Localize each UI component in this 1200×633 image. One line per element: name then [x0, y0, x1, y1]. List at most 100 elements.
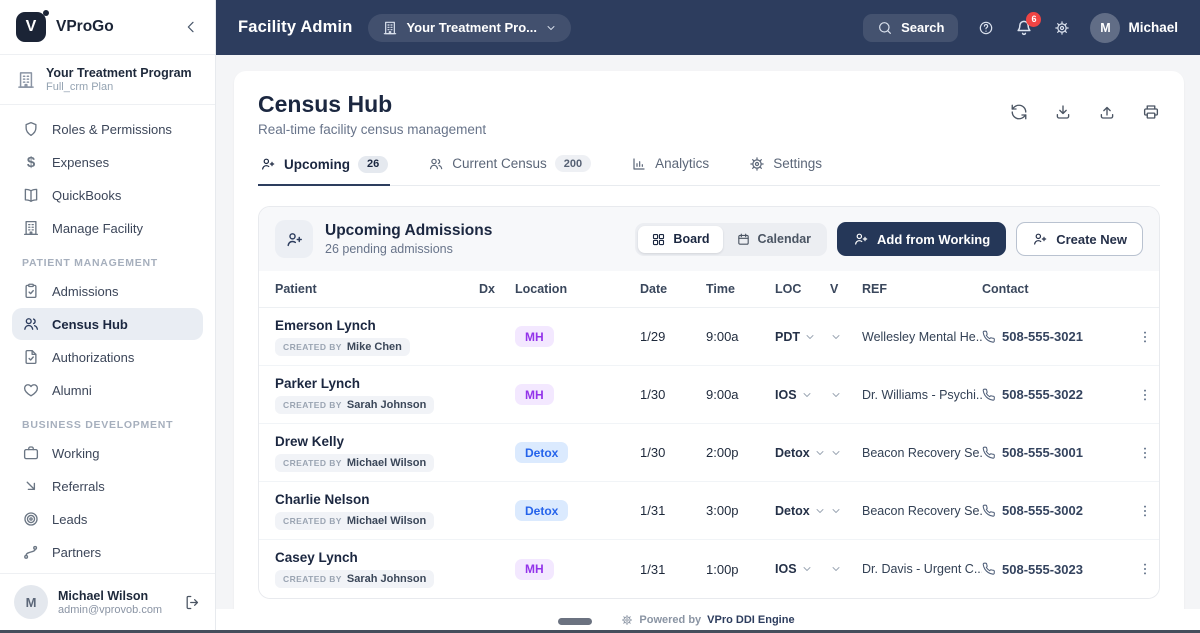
- sidebar-item-partners[interactable]: Partners: [12, 536, 203, 568]
- upload-icon[interactable]: [1098, 103, 1116, 121]
- tab-settings[interactable]: Settings: [747, 155, 824, 185]
- sidebar-item-label: Working: [52, 445, 100, 461]
- main-column: Facility Admin Your Treatment Pro... Sea…: [216, 0, 1200, 633]
- sidebar-item-admissions[interactable]: Admissions: [12, 275, 203, 307]
- engine-name: VPro DDI Engine: [707, 613, 795, 626]
- card-actions: Board Calendar Add from Working Create N…: [635, 222, 1143, 256]
- search-button[interactable]: Search: [863, 13, 959, 42]
- board-view-button[interactable]: Board: [638, 225, 723, 253]
- v-dropdown[interactable]: [830, 447, 862, 459]
- card-subtitle: 26 pending admissions: [325, 242, 453, 256]
- loc-dropdown[interactable]: IOS: [775, 562, 830, 576]
- census-panel: Census Hub Real-time facility census man…: [234, 71, 1184, 633]
- users-icon: [22, 315, 40, 333]
- created-by-label: CREATED BY: [283, 574, 342, 584]
- row-menu-icon[interactable]: [1137, 445, 1153, 461]
- tab-bar: Upcoming 26 Current Census 200 Analytics Sett…: [258, 155, 1160, 186]
- table-row[interactable]: Emerson Lynch CREATED BY Mike Chen MH 1/29 9:…: [259, 308, 1159, 366]
- location-cell: MH: [515, 326, 640, 347]
- main-content: Census Hub Real-time facility census man…: [216, 55, 1200, 633]
- created-by-label: CREATED BY: [283, 399, 342, 410]
- sidebar-item-referrals[interactable]: Referrals: [12, 470, 203, 502]
- table-row[interactable]: Parker Lynch CREATED BY Sarah Johnson MH 1/3…: [259, 366, 1159, 424]
- contact-phone[interactable]: 508-555-3023: [982, 562, 1137, 577]
- logout-icon[interactable]: [184, 594, 201, 611]
- v-dropdown[interactable]: [830, 563, 862, 575]
- settings-gear-icon[interactable]: [1054, 20, 1070, 36]
- table-row[interactable]: Casey Lynch CREATED BY Sarah Johnson MH 1/31…: [259, 540, 1159, 598]
- chevron-down-icon: [545, 22, 557, 34]
- horizontal-scrollbar-thumb[interactable]: [558, 618, 592, 625]
- phone-number: 508-555-3023: [1002, 561, 1083, 577]
- v-dropdown[interactable]: [830, 331, 862, 343]
- table-row[interactable]: Charlie Nelson CREATED BY Michael Wilson De…: [259, 482, 1159, 540]
- loc-dropdown[interactable]: Detox: [775, 446, 830, 460]
- dollar-icon: $: [26, 153, 36, 171]
- row-menu-icon[interactable]: [1137, 561, 1153, 577]
- program-selector-label: Your Treatment Pro...: [406, 20, 537, 35]
- users-icon: [428, 156, 444, 172]
- chevron-down-icon: [830, 447, 842, 459]
- sidebar-item-leads[interactable]: Leads: [12, 503, 203, 535]
- contact-phone[interactable]: 508-555-3001: [982, 445, 1137, 460]
- add-from-working-button[interactable]: Add from Working: [837, 222, 1007, 256]
- loc-dropdown[interactable]: PDT: [775, 330, 830, 344]
- create-new-button[interactable]: Create New: [1016, 222, 1143, 256]
- download-icon[interactable]: [1054, 103, 1072, 121]
- building-icon: [22, 219, 40, 237]
- page-tools: [1010, 103, 1160, 121]
- sidebar-item-quickbooks[interactable]: QuickBooks: [12, 179, 203, 211]
- row-menu-icon[interactable]: [1137, 387, 1153, 403]
- program-selector[interactable]: Your Treatment Pro...: [368, 13, 571, 42]
- sidebar-item-expenses[interactable]: $ Expenses: [12, 146, 203, 178]
- sidebar-item-label: Alumni: [52, 382, 92, 398]
- contact-phone[interactable]: 508-555-3002: [982, 503, 1137, 518]
- calendar-label: Calendar: [757, 232, 812, 246]
- sidebar-program-card[interactable]: Your Treatment Program Full_crm Plan: [0, 55, 215, 105]
- sidebar-item-census-hub[interactable]: Census Hub: [12, 308, 203, 340]
- tab-current-census[interactable]: Current Census 200: [426, 155, 593, 185]
- topbar: Facility Admin Your Treatment Pro... Sea…: [216, 0, 1200, 55]
- user-menu[interactable]: M Michael: [1090, 12, 1178, 43]
- loc-dropdown[interactable]: IOS: [775, 388, 830, 402]
- column-header-v: V: [830, 282, 839, 296]
- patient-name: Charlie Nelson: [275, 491, 370, 507]
- row-menu-icon[interactable]: [1137, 503, 1153, 519]
- chevron-down-icon: [801, 563, 813, 575]
- phone-number: 508-555-3022: [1002, 387, 1083, 402]
- sidebar-nav: Roles & Permissions $ Expenses QuickBooks Ma…: [0, 105, 215, 573]
- v-dropdown[interactable]: [830, 505, 862, 517]
- arrow-down-right-icon: [22, 477, 40, 495]
- row-menu-icon[interactable]: [1137, 329, 1153, 345]
- contact-phone[interactable]: 508-555-3021: [982, 329, 1137, 344]
- table-row[interactable]: Drew Kelly CREATED BY Michael Wilson Detox 1…: [259, 424, 1159, 482]
- file-check-icon: [22, 348, 40, 366]
- sidebar-item-manage-facility[interactable]: Manage Facility: [12, 212, 203, 244]
- phone-icon: [982, 446, 996, 460]
- date-cell: 1/29: [640, 329, 666, 344]
- notifications-button[interactable]: 6: [1014, 11, 1042, 38]
- location-badge: MH: [515, 326, 554, 347]
- sidebar-item-authorizations[interactable]: Authorizations: [12, 341, 203, 373]
- print-icon[interactable]: [1142, 103, 1160, 121]
- topbar-title: Facility Admin: [238, 18, 353, 36]
- card-title: Upcoming Admissions: [325, 222, 493, 239]
- v-dropdown[interactable]: [830, 389, 862, 401]
- sidebar-item-label: Census Hub: [52, 316, 128, 332]
- program-name: Your Treatment Program: [46, 66, 192, 80]
- calendar-view-button[interactable]: Calendar: [723, 226, 825, 253]
- refresh-icon[interactable]: [1010, 103, 1028, 121]
- sidebar-item-roles-permissions[interactable]: Roles & Permissions: [12, 113, 203, 145]
- tab-upcoming[interactable]: Upcoming 26: [258, 155, 391, 186]
- loc-dropdown[interactable]: Detox: [775, 504, 830, 518]
- sidebar-collapse-icon[interactable]: [183, 19, 199, 35]
- sidebar-item-working[interactable]: Working: [12, 437, 203, 469]
- card-icon-tile: [275, 220, 313, 258]
- help-icon[interactable]: [978, 20, 994, 36]
- sidebar-item-alumni[interactable]: Alumni: [12, 374, 203, 406]
- building-icon: [382, 20, 398, 36]
- created-by-pill: CREATED BY Michael Wilson: [275, 453, 435, 472]
- contact-phone[interactable]: 508-555-3022: [982, 387, 1137, 402]
- tab-analytics[interactable]: Analytics: [629, 155, 711, 185]
- date-cell: 1/31: [640, 503, 666, 518]
